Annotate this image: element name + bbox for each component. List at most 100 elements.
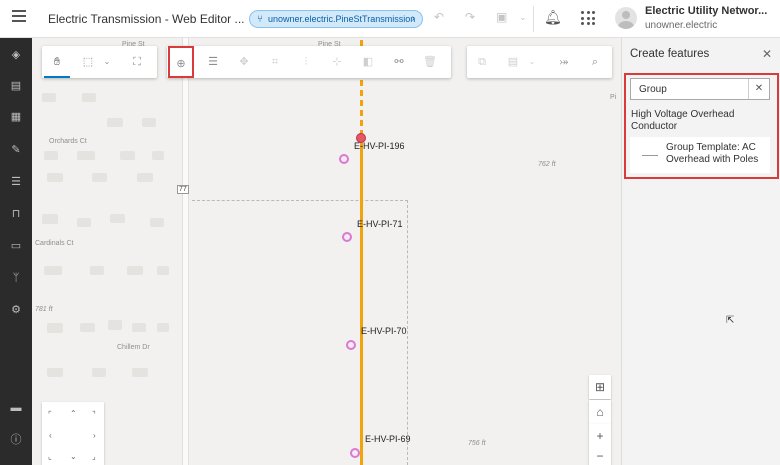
select-rectangle-icon[interactable]: ⬚ [75, 46, 101, 78]
panel-header: Create features ✕ [622, 38, 780, 70]
create-features-panel: Create features ✕ Group ✕ High Voltage O… [621, 38, 780, 465]
pole[interactable] [350, 448, 360, 458]
nav-sw-icon[interactable]: ⌞ [48, 452, 52, 461]
building [120, 151, 135, 160]
layers-icon[interactable]: ◈ [9, 48, 23, 62]
zoom-control: + − [589, 424, 611, 465]
building [47, 323, 63, 333]
align-icon[interactable]: ⫶ [293, 46, 319, 78]
panel-title: Create features [630, 48, 710, 60]
building [127, 266, 143, 275]
building [107, 118, 123, 127]
bell-icon[interactable]: 🔔︎ [544, 9, 562, 26]
zoom-in-icon[interactable]: + [589, 424, 611, 448]
template-search-input[interactable]: Group ✕ [630, 78, 770, 100]
paste-icon[interactable]: ▤ [500, 46, 526, 78]
building [152, 151, 164, 160]
nav-left-icon[interactable]: ‹ [49, 431, 52, 440]
chevron-down-icon[interactable]: ⌄ [525, 46, 539, 78]
elevation-label: 762 ft [538, 161, 556, 168]
collapse-icon[interactable]: ▬ [9, 401, 23, 415]
undo-icon[interactable]: ↶ [434, 10, 444, 24]
map-view[interactable]: Pine St Pine St Orchards Ct Cardinals Ct… [32, 38, 621, 465]
basemap-icon[interactable]: ▦ [9, 110, 23, 124]
copy-icon[interactable]: ⧉ [469, 46, 495, 78]
building [142, 118, 156, 127]
route-shield: 77 [177, 185, 189, 194]
elevation-label: 781 ft [35, 306, 53, 313]
clear-selection-icon[interactable]: ⛶ [124, 46, 150, 78]
search-icon[interactable]: ⌕ [582, 46, 608, 78]
pole[interactable] [342, 232, 352, 242]
navigation-pad[interactable]: ⌜ ⌃ ⌝ ‹ › ⌞ ⌄ ⌟ [42, 402, 104, 465]
trace-icon[interactable]: ᛘ [9, 271, 23, 285]
building [92, 173, 107, 182]
app-title: Electric Transmission - Web Editor ... [48, 12, 245, 26]
road-label: Orchards Ct [49, 138, 87, 145]
list-icon[interactable]: ☰ [9, 175, 23, 189]
version-name: unowner.electric.PineStTransmission [268, 14, 416, 24]
road-label: Cardinals Ct [35, 240, 74, 247]
redo-icon[interactable]: ↷ [465, 10, 475, 24]
basemap-gallery-button[interactable]: ⊞ [589, 375, 611, 399]
feature-template-item[interactable]: Group Template: AC Overhead with Poles [630, 137, 770, 173]
table-icon[interactable]: ▤ [9, 79, 23, 93]
conductor-line[interactable] [360, 136, 363, 465]
reshape-icon[interactable]: ⌗ [262, 46, 288, 78]
template-group-title: High Voltage Overhead Conductor [631, 109, 735, 132]
hamburger-icon[interactable] [12, 10, 26, 22]
save-icon[interactable]: ▣ [496, 10, 507, 24]
building [110, 214, 125, 223]
split-icon[interactable]: ⊹ [324, 46, 350, 78]
grid-icon[interactable]: ⊞ [589, 375, 611, 399]
chevron-down-icon[interactable]: ⌄ [100, 46, 114, 78]
snapping-icon[interactable]: ⤖ [551, 46, 577, 78]
nav-ne-icon[interactable]: ⌝ [92, 410, 96, 419]
building [44, 151, 58, 160]
bookmark-icon[interactable]: ⊓ [9, 207, 23, 221]
divider [533, 6, 534, 32]
pan-icon[interactable]: ✋︎ [44, 46, 70, 78]
attributes-icon[interactable]: ☰ [200, 46, 226, 78]
delete-icon[interactable]: 🗑︎ [417, 46, 443, 78]
parcel-line [407, 200, 408, 465]
chevron-down-icon[interactable]: ⌄ [519, 12, 527, 23]
create-features-icon[interactable]: ⊕ [168, 46, 194, 78]
building [108, 320, 122, 330]
nav-nw-icon[interactable]: ⌜ [48, 410, 52, 419]
home-button[interactable]: ⌂ [589, 400, 611, 424]
pole-label: E-HV-PI-69 [365, 434, 411, 444]
pole[interactable] [339, 154, 349, 164]
settings-icon[interactable]: ⚙ [9, 303, 23, 317]
selection-toolbar: ✋︎ ⬚ ⌄ ⛶ [42, 46, 157, 78]
building [77, 151, 95, 160]
utility-toolbar: ⧉ ▤ ⌄ ⤖ ⌕ [467, 46, 612, 78]
move-icon[interactable]: ✥ [231, 46, 257, 78]
merge-icon[interactable]: ◧ [355, 46, 381, 78]
nav-up-icon[interactable]: ⌃ [70, 409, 77, 418]
pole-label: E-HV-PI-196 [354, 141, 405, 151]
trace-icon[interactable]: ⚯ [386, 46, 412, 78]
elevation-label: 756 ft [468, 440, 486, 447]
info-icon[interactable]: ⓘ [9, 433, 23, 447]
pole-label: E-HV-PI-71 [357, 219, 403, 229]
building [47, 368, 63, 377]
folder-icon[interactable]: ▭ [9, 239, 23, 253]
building [132, 368, 148, 377]
clear-icon[interactable]: ✕ [748, 79, 769, 99]
building [92, 368, 106, 377]
zoom-out-icon[interactable]: − [589, 448, 611, 465]
building [150, 218, 164, 227]
building [77, 218, 91, 227]
grid-icon[interactable] [581, 11, 595, 25]
avatar[interactable] [615, 7, 637, 29]
pole[interactable] [346, 340, 356, 350]
nav-down-icon[interactable]: ⌄ [70, 452, 77, 461]
user-name: Electric Utility Networ... [645, 5, 768, 17]
version-selector[interactable]: ⑂ unowner.electric.PineStTransmission › [249, 10, 423, 28]
home-icon[interactable]: ⌂ [589, 400, 611, 424]
nav-right-icon[interactable]: › [93, 431, 96, 440]
edit-icon[interactable]: ✎ [9, 143, 23, 157]
nav-se-icon[interactable]: ⌟ [92, 452, 96, 461]
close-icon[interactable]: ✕ [762, 47, 772, 61]
